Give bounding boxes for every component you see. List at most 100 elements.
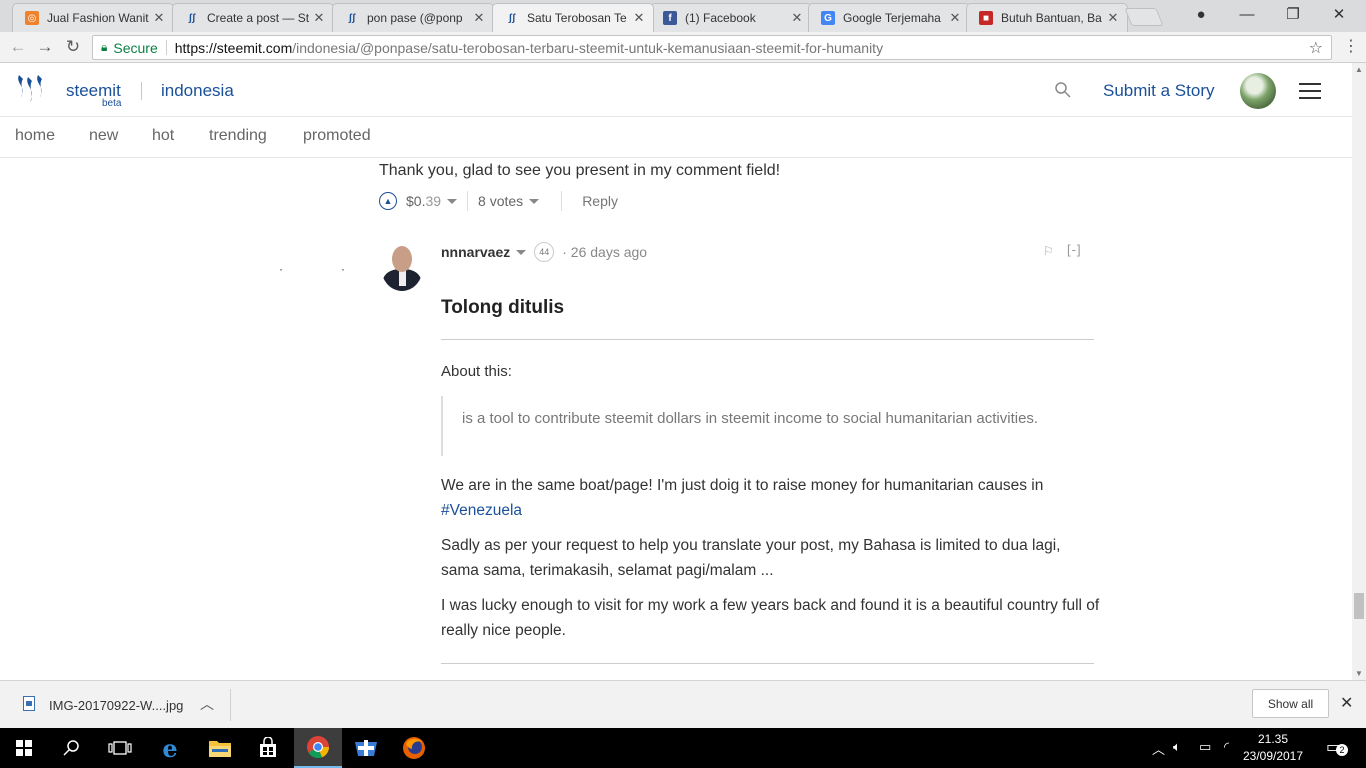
scrollbar-thumb[interactable] — [1354, 593, 1364, 619]
comment-paragraph: I was lucky enough to visit for my work … — [441, 597, 1100, 639]
close-tab-icon[interactable]: ✕ — [473, 10, 485, 26]
edge-browser-icon[interactable]: e — [146, 728, 194, 768]
steemit-icon: ʃʃ — [348, 12, 356, 24]
votes-dropdown-icon[interactable] — [529, 198, 540, 204]
system-clock[interactable]: 21.35 23/09/2017 — [1233, 731, 1313, 765]
tab-title: Google Terjemaha — [843, 11, 941, 25]
browser-tab[interactable]: ■ Butuh Bantuan, Ba ✕ — [966, 3, 1128, 32]
close-window-icon[interactable]: ✕ — [1316, 0, 1362, 28]
close-tab-icon[interactable]: ✕ — [1107, 10, 1119, 26]
browser-tab-active[interactable]: ʃʃ Satu Terobosan Te ✕ — [492, 3, 654, 32]
payout-value[interactable]: $0.39 — [406, 193, 441, 209]
store-icon[interactable] — [244, 728, 292, 768]
download-shelf: IMG-20170922-W....jpg ︿ Show all ✕ — [0, 680, 1366, 728]
commenter-avatar[interactable] — [381, 243, 423, 291]
close-tab-icon[interactable]: ✕ — [791, 10, 803, 26]
hamburger-menu-icon[interactable] — [1299, 83, 1321, 99]
nav-new[interactable]: new — [89, 127, 118, 145]
votes-count[interactable]: 8 votes — [478, 193, 523, 209]
divider — [230, 689, 231, 721]
nav-home[interactable]: home — [15, 127, 55, 145]
firefox-icon[interactable] — [390, 728, 438, 768]
close-shelf-icon[interactable]: ✕ — [1340, 693, 1353, 713]
nav-promoted[interactable]: promoted — [303, 127, 371, 145]
browser-tab[interactable]: ◎ Jual Fashion Wanit ✕ — [12, 3, 174, 32]
bookmark-star-icon[interactable]: ☆ — [1309, 38, 1323, 58]
wifi-icon[interactable]: ◜ — [1224, 739, 1229, 755]
user-avatar[interactable] — [1240, 73, 1276, 109]
tab-title: Satu Terobosan Te — [527, 11, 627, 25]
url-path: /indonesia/@ponpase/satu-terobosan-terba… — [292, 39, 884, 56]
browser-toolbar: ← → ↻ 🔒︎ Secure https://steemit.com /ind… — [0, 32, 1366, 63]
chrome-icon[interactable] — [294, 728, 342, 768]
divider — [165, 40, 167, 55]
tab-title: Jual Fashion Wanit — [47, 11, 149, 25]
scroll-down-icon[interactable]: ▼ — [1355, 669, 1363, 678]
new-tab-button[interactable] — [1124, 8, 1164, 26]
task-view-icon[interactable] — [96, 728, 144, 768]
back-icon[interactable]: ← — [7, 36, 29, 58]
address-bar[interactable]: 🔒︎ Secure https://steemit.com /indonesia… — [92, 35, 1332, 60]
reload-icon[interactable]: ↻ — [62, 36, 84, 58]
reply-button[interactable]: Reply — [582, 193, 618, 209]
close-tab-icon[interactable]: ✕ — [633, 10, 645, 26]
restore-icon[interactable]: ❐ — [1270, 0, 1316, 28]
chevron-up-icon[interactable]: ︿ — [200, 694, 214, 714]
browser-menu-icon[interactable]: ⋮ — [1343, 36, 1359, 56]
steemit-logo-icon[interactable] — [15, 73, 51, 105]
tab-title: pon pase (@ponp — [367, 11, 463, 25]
profile-icon[interactable]: ● — [1178, 0, 1224, 28]
lock-icon: 🔒︎ — [101, 40, 108, 54]
community-name[interactable]: indonesia — [161, 81, 234, 101]
close-tab-icon[interactable]: ✕ — [949, 10, 961, 26]
header-divider — [141, 82, 142, 100]
minimize-icon[interactable]: — — [1224, 0, 1270, 28]
about-label: About this: — [441, 363, 512, 380]
author-dropdown-icon[interactable] — [516, 249, 527, 255]
tab-title: Create a post — St — [207, 11, 309, 25]
browser-tab[interactable]: ʃʃ Create a post — St ✕ — [172, 3, 334, 32]
clock-time: 21.35 — [1257, 732, 1289, 746]
nav-trending[interactable]: trending — [209, 127, 267, 145]
search-icon[interactable] — [1054, 81, 1072, 99]
comment-age[interactable]: · 26 days ago — [562, 244, 647, 260]
comment-paragraph: Sadly as per your request to help you tr… — [441, 537, 1061, 579]
chevron-up-icon[interactable]: ︿ — [1152, 739, 1165, 758]
browser-tab[interactable]: G Google Terjemaha ✕ — [808, 3, 970, 32]
volume-icon[interactable]: 🔈︎ — [1173, 739, 1181, 755]
divider — [561, 191, 563, 211]
avatar-shirt — [399, 270, 406, 286]
comment-author-line: nnnarvaez 44 · 26 days ago — [441, 242, 647, 262]
browser-tab[interactable]: f (1) Facebook ✕ — [650, 3, 812, 32]
battery-icon[interactable]: ▭ — [1199, 739, 1211, 755]
comment-actions: ▲ $0.39 8 votes Reply — [379, 190, 618, 212]
decorative-dot: · — [341, 262, 345, 276]
submit-story-link[interactable]: Submit a Story — [1103, 81, 1215, 101]
upvote-icon[interactable]: ▲ — [379, 192, 397, 210]
scroll-up-icon[interactable]: ▲ — [1355, 65, 1363, 74]
windows-taskbar: e ︿ 🔈︎ ▭ ◜ 21.35 23/09/2017 ▭ 2 — [0, 728, 1366, 768]
hashtag-link[interactable]: #Venezuela — [441, 502, 522, 519]
start-button[interactable] — [0, 728, 48, 768]
flag-icon[interactable]: ⚐ — [1043, 244, 1054, 258]
browser-tab[interactable]: ʃʃ pon pase (@ponp ✕ — [332, 3, 494, 32]
download-filename[interactable]: IMG-20170922-W....jpg — [49, 698, 183, 713]
tab-title: Butuh Bantuan, Ba — [1001, 11, 1102, 25]
search-icon[interactable] — [48, 728, 96, 768]
app-icon[interactable] — [342, 728, 390, 768]
show-all-button[interactable]: Show all — [1252, 689, 1329, 718]
avatar-head — [392, 246, 412, 272]
notifications-icon[interactable]: ▭ 2 — [1326, 737, 1348, 757]
file-explorer-icon[interactable] — [196, 728, 244, 768]
comment-author[interactable]: nnnarvaez — [441, 244, 510, 260]
forward-icon[interactable]: → — [34, 36, 56, 58]
close-tab-icon[interactable]: ✕ — [153, 10, 165, 26]
payout-dollars: $0. — [406, 193, 426, 209]
collapse-toggle[interactable]: [-] — [1067, 242, 1082, 257]
page-scrollbar[interactable]: ▲ ▼ — [1352, 63, 1366, 680]
close-tab-icon[interactable]: ✕ — [313, 10, 325, 26]
reply-comment-text: Thank you, glad to see you present in my… — [379, 162, 781, 179]
payout-dropdown-icon[interactable] — [447, 198, 458, 204]
nav-hot[interactable]: hot — [152, 127, 174, 145]
news-icon: ■ — [979, 11, 993, 25]
